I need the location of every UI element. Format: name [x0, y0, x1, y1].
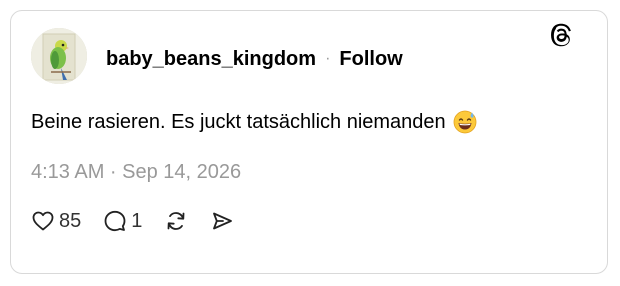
like-count: 85: [59, 209, 82, 232]
parakeet-avatar-image: [31, 28, 87, 84]
post-timestamp[interactable]: 4:13 AM · Sep 14, 2026: [31, 158, 241, 186]
share-button[interactable]: [210, 209, 234, 233]
follow-button[interactable]: Follow: [339, 48, 402, 71]
repost-icon: [164, 209, 188, 233]
action-bar: 85 1: [31, 206, 234, 236]
username-link[interactable]: baby_beans_kingdom: [106, 48, 316, 71]
post-body: Beine rasieren. Es juckt tatsächlich nie…: [31, 111, 446, 133]
comment-icon: [103, 209, 127, 233]
reply-count: 1: [131, 209, 143, 232]
post-text: Beine rasieren. Es juckt tatsächlich nie…: [31, 108, 477, 136]
threads-logo-icon[interactable]: [548, 22, 574, 48]
send-icon: [210, 209, 234, 233]
avatar[interactable]: [31, 28, 87, 84]
like-button[interactable]: 85: [31, 209, 81, 233]
reply-button[interactable]: 1: [103, 209, 142, 233]
post-header: baby_beans_kingdom · Follow: [106, 46, 403, 72]
separator-dot: ·: [325, 50, 331, 67]
grinning-sweat-emoji-icon: [453, 110, 477, 134]
heart-icon: [31, 209, 55, 233]
repost-button[interactable]: [164, 209, 188, 233]
